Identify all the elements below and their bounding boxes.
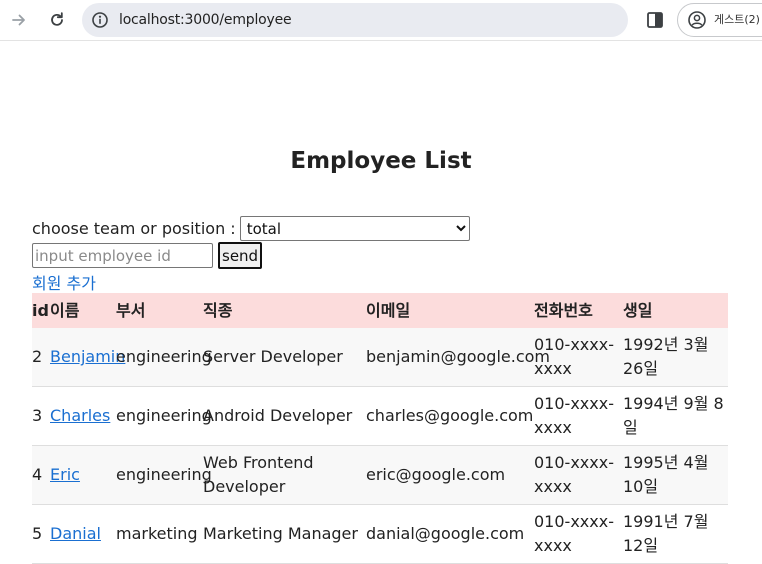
person-icon xyxy=(688,11,706,29)
cell-birth: 1994년 9월 8일 xyxy=(623,394,724,437)
page-title: Employee List xyxy=(290,148,472,174)
address-bar[interactable]: localhost:3000/employee xyxy=(82,3,628,37)
cell-id: 3 xyxy=(32,406,43,425)
table-row: 3 Charles engineering Android Developer … xyxy=(32,387,728,446)
cell-phone: 010-xxxx-xxxx xyxy=(534,394,614,437)
cell-id: 4 xyxy=(32,465,43,484)
arrow-right-icon xyxy=(12,14,25,26)
employee-name-link[interactable]: Danial xyxy=(50,522,101,546)
employee-name-link[interactable]: Eric xyxy=(50,463,80,487)
profile-button[interactable]: 게스트(2) xyxy=(677,3,762,37)
employee-id-input[interactable] xyxy=(32,243,213,268)
site-info-icon[interactable] xyxy=(91,11,109,29)
filter-row: choose team or position : total xyxy=(32,216,470,241)
cell-dept: engineering xyxy=(116,347,212,366)
reload-icon xyxy=(51,12,63,26)
employee-table: id 이름 부서 직종 이메일 전화번호 생일 2 Benjamin engin… xyxy=(32,293,728,564)
reload-button[interactable] xyxy=(45,8,69,32)
url-text[interactable]: localhost:3000/employee xyxy=(119,3,292,37)
header-dept: 부서 xyxy=(116,301,146,320)
cell-phone: 010-xxxx-xxxx xyxy=(534,335,614,378)
cell-dept: engineering xyxy=(116,465,212,484)
header-id: id xyxy=(32,301,49,320)
id-search-row: send xyxy=(32,242,263,269)
table-row: 5 Danial marketing Marketing Manager dan… xyxy=(32,505,728,564)
filter-label: choose team or position : xyxy=(32,219,236,238)
header-job: 직종 xyxy=(203,301,233,320)
employee-name-link[interactable]: Charles xyxy=(50,404,110,428)
cell-birth: 1991년 7월 12일 xyxy=(623,512,709,555)
cell-dept: marketing xyxy=(116,524,198,543)
cell-phone: 010-xxxx-xxxx xyxy=(534,512,614,555)
add-member-link[interactable]: 회원 추가 xyxy=(32,270,96,294)
cell-birth: 1995년 4월 10일 xyxy=(623,453,709,496)
header-phone: 전화번호 xyxy=(534,301,593,320)
cell-job: Web Frontend Developer xyxy=(203,453,314,496)
header-birth: 생일 xyxy=(623,301,653,320)
header-name: 이름 xyxy=(50,301,80,320)
cell-email: charles@google.com xyxy=(366,406,534,425)
cell-birth: 1992년 3월 26일 xyxy=(623,335,709,378)
browser-toolbar: localhost:3000/employee 게스트(2) xyxy=(0,0,762,41)
cell-email: eric@google.com xyxy=(366,465,506,484)
side-panel-icon[interactable] xyxy=(644,9,666,31)
cell-job: Android Developer xyxy=(203,406,353,425)
send-button[interactable]: send xyxy=(218,242,263,269)
cell-id: 5 xyxy=(32,524,43,543)
forward-button[interactable] xyxy=(7,8,31,32)
table-row: 4 Eric engineering Web Frontend Develope… xyxy=(32,446,728,505)
cell-job: Server Developer xyxy=(203,347,343,366)
header-email: 이메일 xyxy=(366,301,411,320)
cell-email: benjamin@google.com xyxy=(366,347,550,366)
profile-label: 게스트(2) xyxy=(714,13,760,26)
cell-dept: engineering xyxy=(116,406,212,425)
cell-id: 2 xyxy=(32,347,43,366)
team-position-select[interactable]: total xyxy=(239,216,470,241)
table-row: 2 Benjamin engineering Server Developer … xyxy=(32,328,728,387)
cell-phone: 010-xxxx-xxxx xyxy=(534,453,614,496)
cell-email: danial@google.com xyxy=(366,524,525,543)
employee-name-link[interactable]: Benjamin xyxy=(50,345,125,369)
cell-job: Marketing Manager xyxy=(203,524,358,543)
table-header: id 이름 부서 직종 이메일 전화번호 생일 xyxy=(32,293,728,328)
